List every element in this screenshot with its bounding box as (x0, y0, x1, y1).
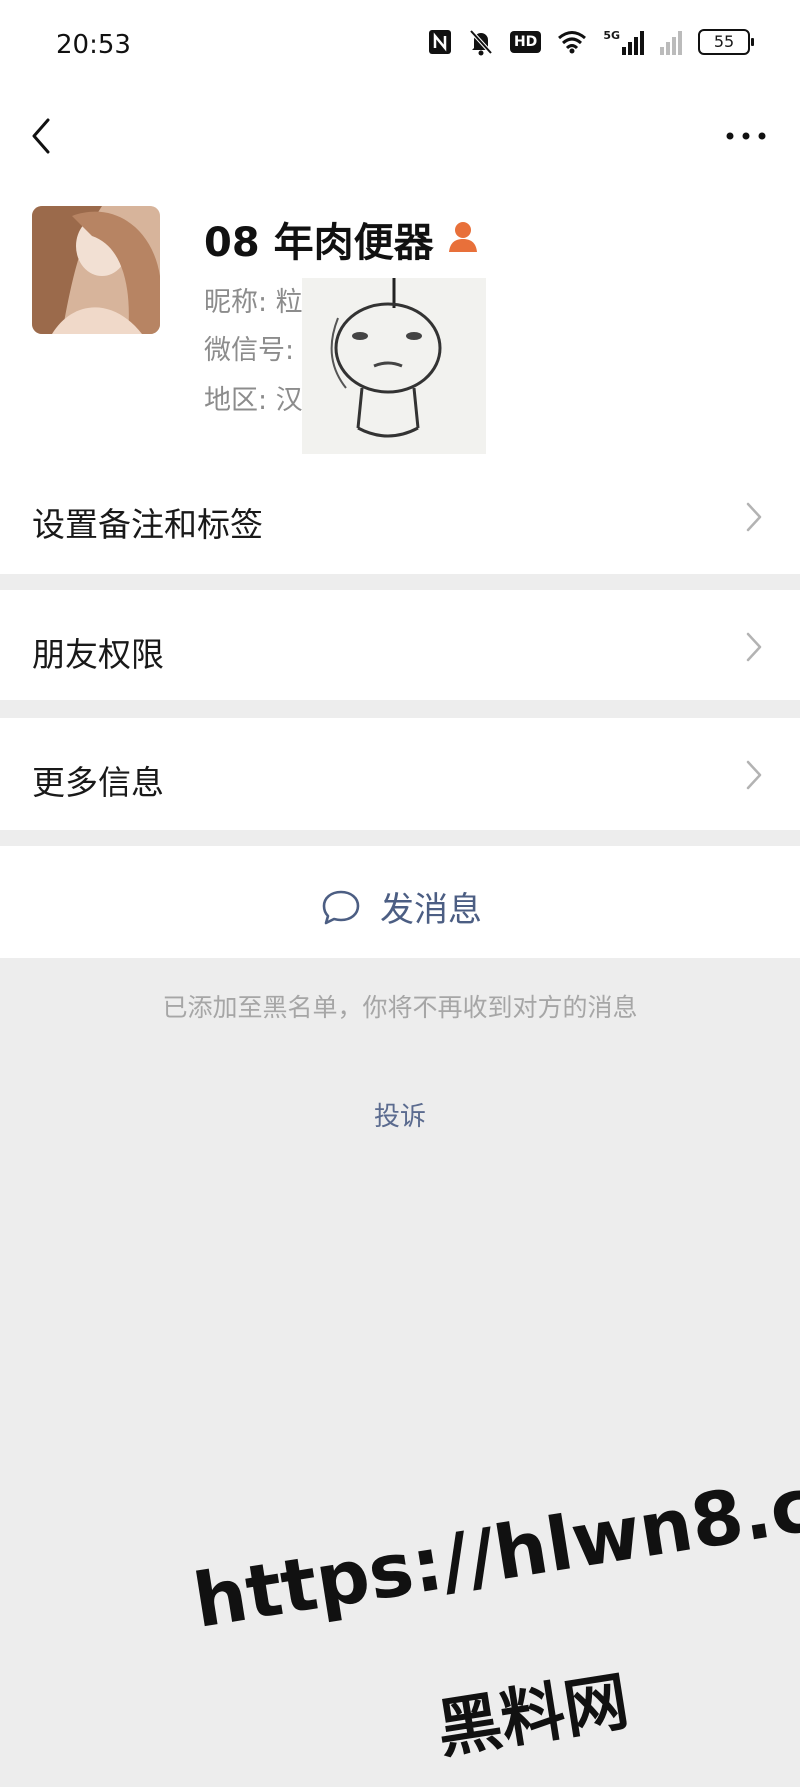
more-info-row[interactable]: 更多信息 (0, 718, 800, 830)
status-bar: 20:53 HD 5G 55 (0, 0, 800, 92)
signal-icon (660, 29, 682, 55)
avatar[interactable] (32, 206, 160, 334)
more-dots-icon[interactable] (722, 118, 770, 154)
person-badge-icon (449, 222, 477, 252)
friend-permissions-row[interactable]: 朋友权限 (0, 590, 800, 700)
mute-icon (469, 29, 493, 56)
send-message-label: 发消息 (380, 890, 482, 930)
chat-bubble-icon (322, 890, 360, 924)
wechat-id-label: 微信号: (204, 335, 295, 366)
hd-icon: HD (509, 31, 542, 53)
nav-bar (0, 92, 800, 182)
friend-permissions-label: 朋友权限 (32, 635, 164, 674)
nfc-icon (428, 30, 451, 54)
report-link[interactable]: 投诉 (0, 1096, 800, 1133)
signal-5g-label: 5G (603, 29, 620, 42)
blacklist-notice: 已添加至黑名单，你将不再收到对方的消息 (162, 993, 638, 1022)
status-icons: HD 5G 55 (428, 28, 754, 56)
status-time: 20:53 (56, 30, 131, 60)
signal-5g-icon: 5G (603, 29, 644, 55)
chevron-right-icon (746, 632, 762, 662)
set-remark-row[interactable]: 设置备注和标签 (0, 460, 800, 574)
display-name: 08 年肉便器 (204, 220, 434, 266)
sticker-overlay-image (302, 278, 486, 454)
wifi-icon (558, 31, 587, 54)
region-label: 地区: 汉 (204, 385, 303, 416)
set-remark-label: 设置备注和标签 (32, 505, 263, 544)
more-info-label: 更多信息 (32, 763, 164, 802)
send-message-content: 发消息 (320, 882, 482, 931)
back-chevron-icon[interactable] (22, 108, 62, 164)
watermark-url: https://hlwn8.com (188, 1441, 800, 1645)
send-message-button[interactable]: 发消息 (0, 846, 800, 958)
chevron-right-icon (746, 760, 762, 790)
nickname-label: 昵称: 粒 (204, 287, 303, 318)
watermark-site-name: 黑料网 (432, 1664, 634, 1768)
chevron-right-icon (746, 502, 762, 532)
battery-indicator: 55 (698, 29, 754, 55)
